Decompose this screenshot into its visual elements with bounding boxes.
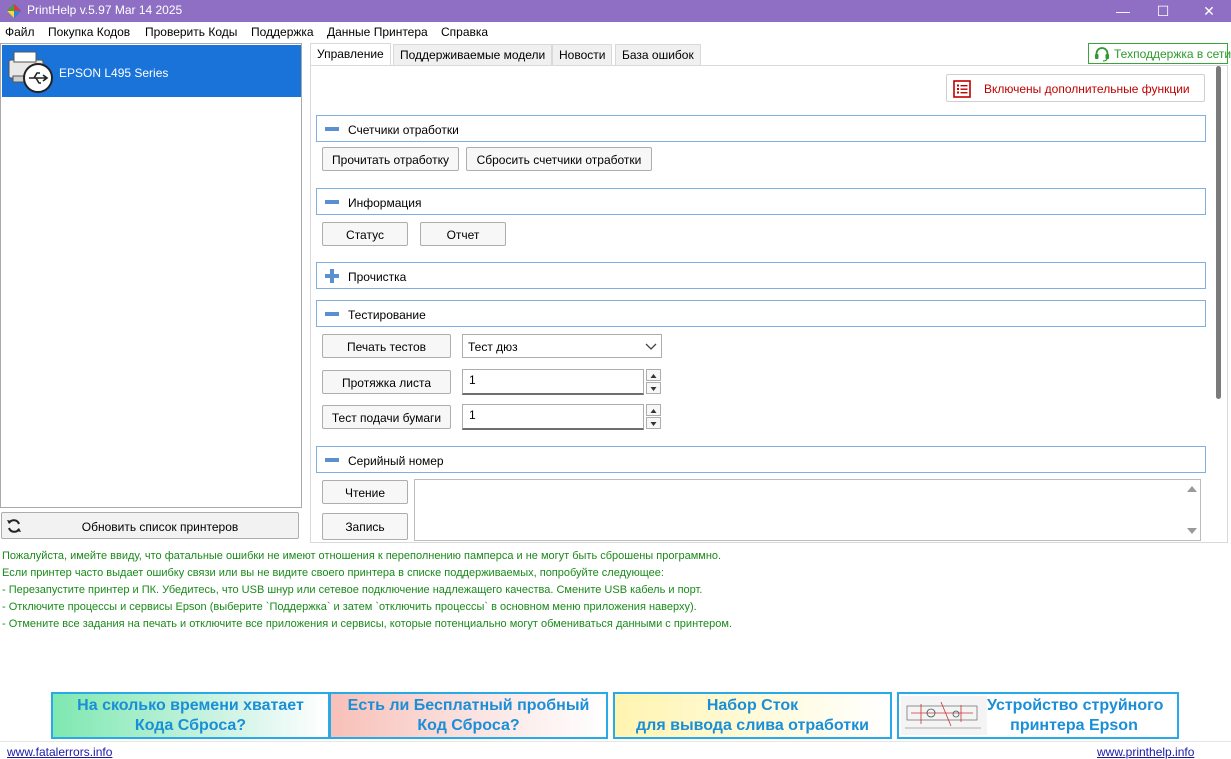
serial-number-textarea[interactable] [414, 479, 1201, 541]
test-type-value: Тест дюз [468, 340, 518, 354]
panel-scrollbar-thumb[interactable] [1216, 66, 1221, 399]
collapse-icon [325, 312, 339, 316]
status-button[interactable]: Статус [322, 222, 408, 246]
advanced-functions-button[interactable]: Включены дополнительные функции [946, 74, 1205, 102]
banner-printer-structure[interactable]: Устройство струйного принтера Epson [897, 692, 1179, 739]
tab-management[interactable]: Управление [310, 43, 391, 65]
paper-feed-count-input[interactable]: 1 [462, 404, 644, 430]
usb-printer-icon [8, 51, 53, 93]
info-message: - Перезапустите принтер и ПК. Убедитесь,… [2, 584, 703, 596]
paper-feed-stepper[interactable] [646, 404, 661, 430]
refresh-printers-button[interactable]: Обновить список принтеров [1, 512, 299, 539]
tab-news[interactable]: Новости [552, 44, 613, 65]
refresh-printers-label: Обновить список принтеров [81, 520, 239, 534]
minimize-button[interactable]: — [1103, 0, 1143, 22]
app-logo-icon [7, 4, 21, 18]
menu-file[interactable]: Файл [5, 25, 35, 39]
banner-line: Есть ли Бесплатный пробный [347, 697, 590, 714]
paper-feed-test-button[interactable]: Тест подачи бумаги [322, 405, 451, 429]
sheet-feed-count-input[interactable]: 1 [462, 369, 644, 395]
printer-name: EPSON L495 Series [59, 66, 169, 80]
collapse-icon [325, 458, 339, 462]
list-icon [953, 80, 971, 98]
printer-list[interactable]: EPSON L495 Series [0, 43, 302, 508]
advanced-functions-label: Включены дополнительные функции [984, 82, 1190, 96]
section-testing-title: Тестирование [348, 308, 426, 322]
stepper-down-button[interactable] [646, 417, 661, 429]
stepper-up-button[interactable] [646, 369, 661, 381]
section-cleaning-title: Прочистка [348, 270, 407, 284]
textarea-scrollbar[interactable] [1183, 480, 1200, 540]
section-counters-header[interactable]: Счетчики отработки [316, 115, 1206, 142]
triangle-down-icon[interactable] [1187, 527, 1197, 535]
triangle-down-icon [650, 422, 657, 426]
collapse-icon [325, 200, 339, 204]
reset-counters-button[interactable]: Сбросить счетчики отработки [466, 147, 652, 171]
printhelp-link[interactable]: www.printhelp.info [1097, 745, 1194, 759]
banner-line: Код Сброса? [417, 717, 520, 734]
fatalerrors-link[interactable]: www.fatalerrors.info [7, 745, 112, 759]
section-info-header[interactable]: Информация [316, 188, 1206, 215]
banner-free-trial-code[interactable]: Есть ли Бесплатный пробный Код Сброса? [329, 692, 608, 739]
title-bar: PrintHelp v.5.97 Mar 14 2025 — ☐ ✕ [0, 0, 1231, 22]
info-message: - Отмените все задания на печать и отклю… [2, 618, 733, 630]
panel-scrollbar[interactable] [1213, 66, 1227, 542]
section-info-title: Информация [348, 196, 422, 210]
close-button[interactable]: ✕ [1189, 0, 1229, 22]
serial-write-button[interactable]: Запись [322, 513, 408, 540]
section-counters-title: Счетчики отработки [348, 123, 459, 137]
section-testing-header[interactable]: Тестирование [316, 300, 1206, 327]
banner-line: На сколько времени хватает [77, 697, 304, 714]
menu-support[interactable]: Поддержка [251, 25, 314, 39]
menu-help[interactable]: Справка [441, 25, 488, 39]
menu-printer-data[interactable]: Данные Принтера [327, 25, 428, 39]
info-message: Если принтер часто выдает ошибку связи и… [2, 567, 664, 579]
sheet-feed-button[interactable]: Протяжка листа [322, 370, 451, 394]
section-serial-title: Серийный номер [348, 454, 444, 468]
online-support-button[interactable]: Техподдержка в сети [1088, 43, 1231, 64]
menu-check-codes[interactable]: Проверить Коды [145, 25, 237, 39]
print-tests-button[interactable]: Печать тестов [322, 334, 451, 358]
banner-line: Набор Сток [706, 697, 799, 714]
banner-line: для вывода слива отработки [636, 717, 869, 734]
stepper-down-button[interactable] [646, 382, 661, 394]
tab-error-base[interactable]: База ошибок [615, 44, 701, 65]
footer-divider [0, 741, 1231, 742]
report-button[interactable]: Отчет [420, 222, 506, 246]
menu-bar: Файл Покупка Кодов Проверить Коды Поддер… [0, 22, 1231, 42]
triangle-up-icon [650, 409, 657, 413]
printer-diagram-image [901, 696, 987, 735]
headset-icon [1095, 47, 1109, 62]
chevron-down-icon [645, 343, 657, 350]
window-title: PrintHelp v.5.97 Mar 14 2025 [27, 3, 183, 17]
paper-feed-count-value: 1 [469, 408, 476, 422]
banner-line: Кода Сброса? [134, 717, 247, 734]
triangle-up-icon[interactable] [1187, 485, 1197, 493]
maximize-button[interactable]: ☐ [1143, 0, 1183, 22]
section-serial-header[interactable]: Серийный номер [316, 446, 1206, 473]
read-counters-button[interactable]: Прочитать отработку [322, 147, 459, 171]
tab-supported-models[interactable]: Поддерживаемые модели [393, 44, 553, 65]
sheet-feed-count-value: 1 [469, 373, 476, 387]
menu-buy-codes[interactable]: Покупка Кодов [48, 25, 130, 39]
banner-drain-kit[interactable]: Набор Сток для вывода слива отработки [613, 692, 892, 739]
expand-icon [325, 269, 339, 283]
printer-list-item[interactable]: EPSON L495 Series [2, 45, 301, 97]
banner-code-duration[interactable]: На сколько времени хватает Кода Сброса? [51, 692, 330, 739]
section-cleaning-header[interactable]: Прочистка [316, 262, 1206, 289]
serial-read-button[interactable]: Чтение [322, 480, 408, 504]
sheet-feed-stepper[interactable] [646, 369, 661, 395]
triangle-up-icon [650, 374, 657, 378]
info-message: Пожалуйста, имейте ввиду, что фатальные … [2, 550, 722, 562]
test-type-select[interactable]: Тест дюз [462, 334, 662, 358]
collapse-icon [325, 127, 339, 131]
online-support-label: Техподдержка в сети [1114, 47, 1231, 61]
info-message: - Отключите процессы и сервисы Epson (вы… [2, 601, 697, 613]
triangle-down-icon [650, 387, 657, 391]
stepper-up-button[interactable] [646, 404, 661, 416]
